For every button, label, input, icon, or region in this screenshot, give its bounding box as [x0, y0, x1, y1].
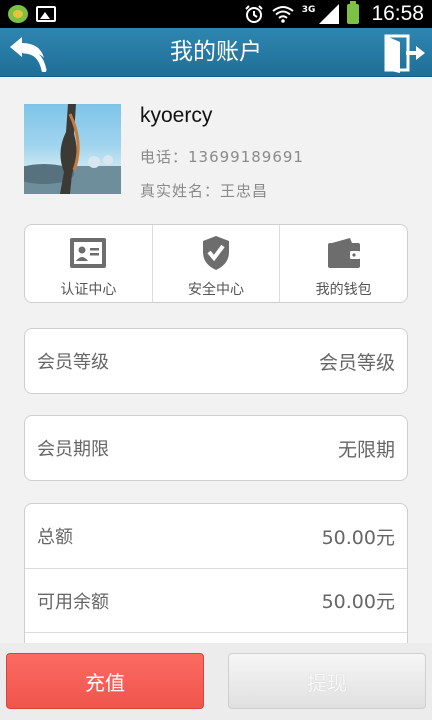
alarm-icon [245, 5, 263, 23]
status-time: 16:58 [371, 2, 424, 25]
available-balance-label: 可用余额 [37, 591, 109, 613]
recharge-button[interactable]: 充值 [6, 653, 204, 709]
withdraw-button[interactable]: 提现 [228, 653, 426, 709]
member-period-card: 会员期限 无限期 [24, 415, 408, 481]
phone-number: 电话：13699189691 [140, 148, 304, 166]
member-period-row[interactable]: 会员期限 无限期 [25, 416, 407, 480]
total-amount-label: 总额 [37, 527, 73, 548]
total-amount-value: 50.00元 [321, 526, 395, 549]
exit-button[interactable] [382, 33, 426, 73]
security-center-button[interactable]: 安全中心 [151, 225, 280, 302]
verification-center-button[interactable]: 认证中心 [25, 225, 152, 302]
id-card-icon [70, 238, 107, 268]
available-balance-row: 可用余额 50.00元 [25, 568, 407, 632]
verification-center-label: 认证中心 [60, 282, 117, 298]
page-title: 我的账户 [170, 39, 262, 65]
app-notification-icon [8, 5, 28, 23]
signal-icon [319, 4, 340, 24]
member-level-label: 会员等级 [37, 352, 109, 373]
security-center-label: 安全中心 [188, 282, 244, 298]
bottom-action-bar: 充值 提现 [0, 643, 432, 720]
member-period-label: 会员期限 [37, 439, 109, 460]
battery-icon [347, 1, 360, 24]
shield-check-icon [203, 236, 229, 270]
wifi-icon [272, 6, 294, 23]
avatar[interactable] [24, 104, 121, 194]
quick-actions: 认证中心 安全中心 我的钱包 [24, 224, 408, 303]
wallet-icon [327, 238, 360, 268]
member-level-card: 会员等级 会员等级 [24, 328, 408, 394]
member-level-row[interactable]: 会员等级 会员等级 [25, 329, 407, 393]
total-amount-row: 总额 50.00元 [25, 504, 407, 568]
username: kyoercy [140, 104, 213, 127]
balance-card: 总额 50.00元 可用余额 50.00元 [24, 503, 408, 663]
exit-door-icon [384, 34, 425, 73]
available-balance-value: 50.00元 [321, 591, 395, 613]
member-period-value: 无限期 [337, 438, 395, 461]
status-bar: 3G 16:58 [0, 0, 432, 28]
my-wallet-button[interactable]: 我的钱包 [279, 225, 407, 302]
network-type-label: 3G [301, 5, 316, 15]
member-level-value: 会员等级 [318, 351, 395, 374]
profile-section: kyoercy 电话：13699189691 真实姓名：王忠昌 [24, 104, 408, 200]
real-name: 真实姓名：王忠昌 [140, 182, 269, 200]
image-notification-icon [36, 6, 56, 22]
account-screen: 3G 16:58 我的账户 kyoercy 电话：13699189691 真实姓… [0, 0, 432, 720]
title-bar: 我的账户 [0, 28, 432, 77]
my-wallet-label: 我的钱包 [315, 282, 372, 298]
